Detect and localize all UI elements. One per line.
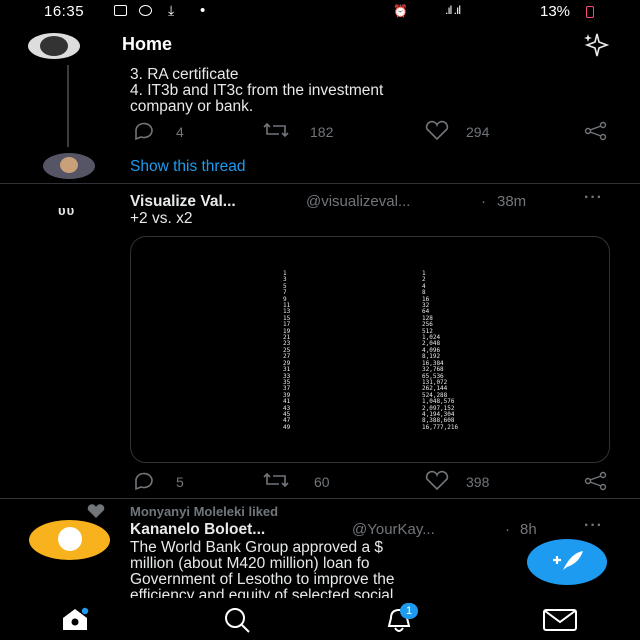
alarm-icon: ⏰: [393, 4, 408, 18]
divider: [0, 183, 640, 184]
like-icon[interactable]: [424, 120, 450, 145]
tweet2-retweet-count: 60: [314, 474, 330, 490]
compose-tweet-button[interactable]: [527, 539, 607, 585]
signal-icon: .ıl .ıl: [445, 3, 461, 17]
tweet3-line3: Government of Lesotho to improve the: [130, 571, 395, 588]
tweet3-line1: The World Bank Group approved a $: [130, 539, 384, 556]
power-of-two-cell: 16,777,216: [422, 423, 459, 431]
more-options-icon[interactable]: ···: [584, 517, 603, 535]
tweet1-line1: 3. RA certificate: [130, 66, 239, 83]
search-icon[interactable]: [222, 607, 252, 638]
tweet1-line2: 4. IT3b and IT3c from the investment: [130, 82, 384, 99]
divider: [0, 498, 640, 499]
retweet-icon[interactable]: [262, 471, 290, 494]
profile-avatar[interactable]: [28, 33, 80, 59]
feather-plus-icon: [553, 551, 583, 570]
thread-line: [67, 65, 69, 147]
visualize-value-logo[interactable]: υυ: [58, 203, 75, 218]
battery-percent: 13%: [540, 3, 571, 20]
image-icon: [114, 5, 127, 16]
notifications-badge: 1: [400, 603, 418, 619]
tweet3-time: 8h: [520, 521, 537, 538]
page-title: Home: [122, 34, 173, 54]
more-options-icon[interactable]: ···: [584, 189, 603, 207]
tweet1-like-count: 294: [466, 124, 490, 140]
share-icon[interactable]: [583, 121, 609, 145]
powers-of-two-column: 1 2 4 8 16 32 64 128 256 512 1,024 2,048 4,096 8,192 1…: [422, 270, 459, 431]
battery-icon: [586, 6, 594, 18]
tweet2-author-name[interactable]: Visualize Val...: [130, 193, 236, 211]
tweet2-time: 38m: [497, 193, 527, 210]
odd-numbers-column: 1 3 5 7 9 11 13 15 17 19 21 23 25 27 29 31 33 35 37 39 41 43 4…: [283, 270, 291, 431]
retweet-icon[interactable]: [262, 121, 290, 144]
tweet2-like-count: 398: [466, 474, 490, 490]
like-icon[interactable]: [424, 470, 450, 495]
tweet3-author-name[interactable]: Kananelo Boloet...: [130, 521, 265, 539]
odd-number-cell: 49: [283, 423, 291, 431]
reply-icon[interactable]: [132, 122, 156, 145]
heart-liked-icon: [86, 504, 106, 524]
download-icon: ⤓: [168, 2, 175, 18]
whatsapp-icon: [139, 5, 152, 16]
tweet1-retweet-count: 182: [310, 124, 334, 140]
thread-user-avatar[interactable]: [43, 153, 95, 179]
tweet3-line2: million (about M420 million) loan fo: [130, 555, 370, 572]
liked-by-label: Monyanyi Moleleki liked: [130, 504, 279, 519]
tweet1-reply-count: 4: [176, 124, 184, 140]
tweet1-line3: company or bank.: [130, 98, 254, 115]
sparkle-icon[interactable]: [582, 32, 612, 63]
bottom-navigation: 1: [0, 598, 640, 640]
tweet3-author-avatar[interactable]: [29, 520, 110, 560]
status-time: 16:35: [44, 3, 85, 20]
tweet2-handle: @visualizeval...: [306, 193, 411, 210]
tweet3-handle: @YourKay...: [352, 521, 435, 538]
status-dot: •: [200, 2, 206, 19]
show-thread-link[interactable]: Show this thread: [130, 158, 245, 176]
tweet2-text: +2 vs. x2: [130, 210, 193, 227]
share-icon[interactable]: [583, 471, 609, 495]
tweet3-dot: ·: [505, 521, 510, 538]
reply-icon[interactable]: [132, 472, 156, 495]
home-icon[interactable]: [60, 606, 90, 637]
tweet2-image-card[interactable]: 1 3 5 7 9 11 13 15 17 19 21 23 25 27 29 31 33 35 37 39 41 43 4…: [130, 236, 610, 463]
tweet2-reply-count: 5: [176, 474, 184, 490]
messages-icon[interactable]: [543, 608, 577, 637]
tweet2-dot: ·: [481, 193, 486, 210]
status-bar: 16:35 ⤓ • ⏰ .ıl .ıl 13%: [0, 0, 640, 24]
